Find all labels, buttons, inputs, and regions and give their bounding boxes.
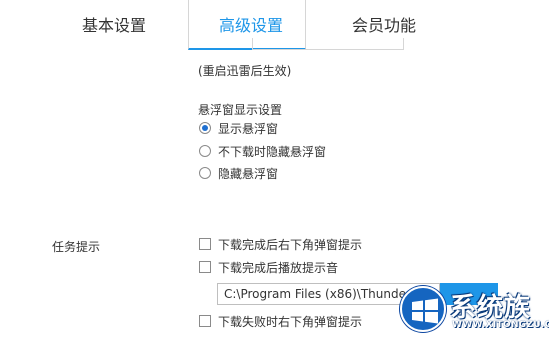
watermark-title: 系统族: [450, 293, 532, 323]
tab-member-features[interactable]: 会员功能: [352, 12, 416, 38]
radio-hide-when-idle[interactable]: [199, 145, 211, 157]
restart-note: (重启迅雷后生效): [198, 64, 292, 78]
radio-label-show-floating-window: 显示悬浮窗: [218, 122, 279, 136]
watermark-url: WWW.XITONGZU.COM: [452, 320, 549, 330]
checkbox-label-complete-sound: 下载完成后播放提示音: [218, 261, 339, 275]
task-prompt-label: 任务提示: [52, 240, 101, 254]
windows-logo-icon: [400, 286, 446, 332]
checkbox-label-failure-popup: 下载失败时右下角弹窗提示: [218, 315, 363, 329]
checkbox-complete-popup[interactable]: [199, 238, 211, 250]
radio-show-floating-window[interactable]: [199, 122, 211, 134]
radio-hide-floating-window[interactable]: [199, 167, 211, 179]
partially-visible-field: [252, 38, 404, 50]
checkbox-label-complete-popup: 下载完成后右下角弹窗提示: [218, 238, 363, 252]
watermark-logo: 系统族 WWW.XITONGZU.COM: [396, 282, 549, 337]
radio-label-hide-when-idle: 不下载时隐藏悬浮窗: [218, 145, 327, 159]
tab-basic-settings[interactable]: 基本设置: [82, 12, 146, 38]
checkbox-failure-popup[interactable]: [199, 315, 211, 327]
floating-window-title: 悬浮窗显示设置: [198, 103, 283, 117]
checkbox-complete-sound[interactable]: [199, 261, 211, 273]
tab-advanced-settings[interactable]: 高级设置: [219, 12, 283, 38]
radio-label-hide-floating-window: 隐藏悬浮窗: [218, 167, 279, 181]
